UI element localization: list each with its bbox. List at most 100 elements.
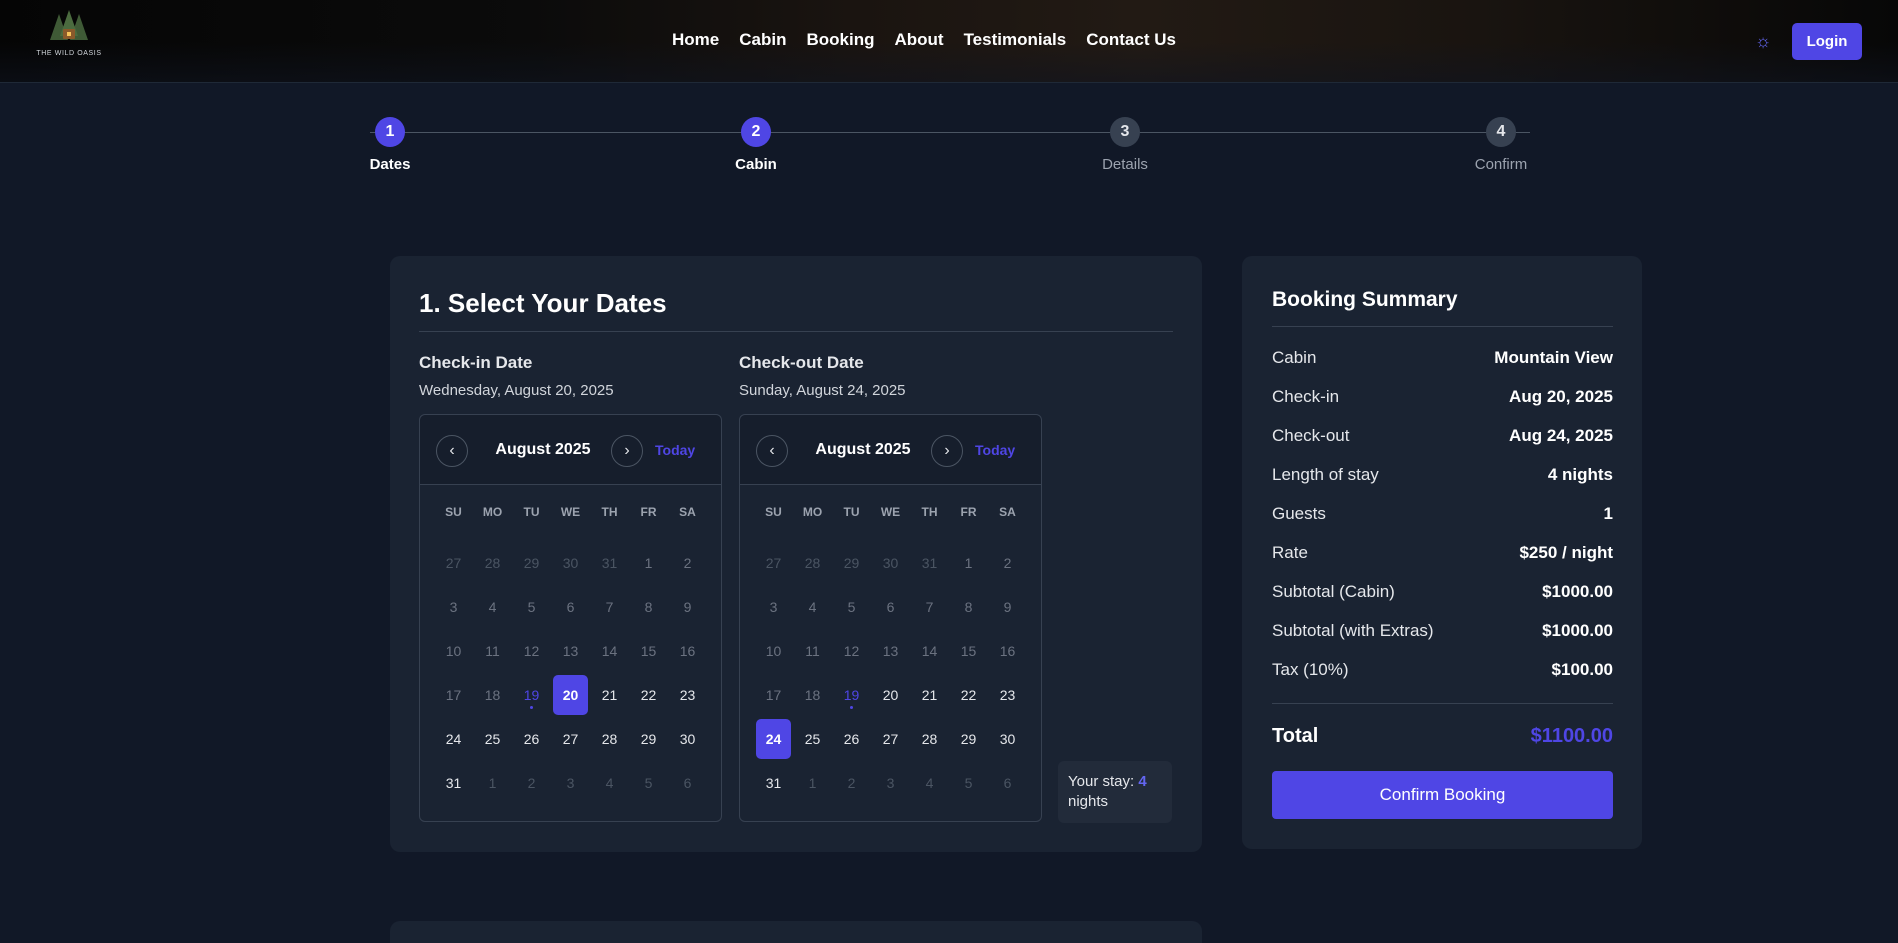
calendar-day: 27 [445,555,462,571]
calendar-day[interactable]: 24 [434,719,473,759]
calendar-day[interactable]: 3 [754,587,793,627]
calendar-day[interactable]: 17 [754,675,793,715]
calendar-day[interactable]: 18 [473,675,512,715]
nav-about[interactable]: About [894,30,943,50]
checkout-value: Sunday, August 24, 2025 [739,382,906,399]
nav-home[interactable]: Home [672,30,719,50]
confirm-booking-button[interactable]: Confirm Booking [1272,771,1613,819]
calendar-day[interactable]: 9 [668,587,707,627]
calendar-day[interactable]: 17 [434,675,473,715]
calendar-day[interactable]: 4 [473,587,512,627]
summary-title: Booking Summary [1272,288,1458,311]
calendar-day[interactable]: 26 [512,719,551,759]
chevron-right-icon[interactable]: › [611,435,643,467]
row-label: Cabin [1272,348,1317,367]
weekday-label: TH [921,505,938,519]
calendar-day[interactable]: 30 [668,719,707,759]
calendar-day[interactable]: 11 [473,631,512,671]
calendar-day[interactable]: 13 [551,631,590,671]
login-button[interactable]: Login [1792,23,1862,60]
calendar-day[interactable]: 7 [910,587,949,627]
calendar-day[interactable]: 15 [629,631,668,671]
nav-testimonials[interactable]: Testimonials [964,30,1067,50]
calendar-day[interactable]: 6 [871,587,910,627]
step-confirm: 4 Confirm [1441,117,1561,173]
stay-nights: 4 [1138,773,1147,790]
calendar-day: 4 [925,775,934,791]
calendar-day[interactable]: 14 [590,631,629,671]
row-label: Subtotal (with Extras) [1272,621,1434,640]
calendar-day[interactable]: 12 [832,631,871,671]
row-label: Tax (10%) [1272,660,1349,679]
calendar-day[interactable]: 29 [629,719,668,759]
calendar-day[interactable]: 29 [949,719,988,759]
calendar-day[interactable]: 25 [793,719,832,759]
calendar-day[interactable]: 28 [910,719,949,759]
calendar-day[interactable]: 14 [910,631,949,671]
calendar-day[interactable]: 26 [832,719,871,759]
select-dates-card: 1. Select Your Dates Check-in Date Wedne… [390,256,1202,852]
calendar-day[interactable]: 27 [871,719,910,759]
calendar-day[interactable]: 5 [832,587,871,627]
row-value: Mountain View [1494,348,1613,367]
calendar-day[interactable]: 1 [949,543,988,583]
row-label: Length of stay [1272,465,1379,484]
calendar-day[interactable]: 31 [434,763,473,803]
calendar-day[interactable]: 9 [988,587,1027,627]
calendar-day[interactable]: 2 [988,543,1027,583]
calendar-day[interactable]: 1 [629,543,668,583]
nav-cabin[interactable]: Cabin [739,30,786,50]
calendar-day[interactable]: 3 [434,587,473,627]
calendar-day[interactable]: 15 [949,631,988,671]
calendar-day-selected[interactable]: 24 [754,719,793,759]
calendar-day[interactable]: 11 [793,631,832,671]
checkout-label: Check-out Date [739,353,864,372]
calendar-week: 3456789 [754,587,1029,627]
calendar-day[interactable]: 18 [793,675,832,715]
summary-row-guests: Guests 1 [1272,504,1613,524]
calendar-day[interactable]: 25 [473,719,512,759]
today-button[interactable]: Today [655,442,695,458]
calendar-day[interactable]: 13 [871,631,910,671]
summary-row-tax: Tax (10%) $100.00 [1272,660,1613,680]
summary-row-rate: Rate $250 / night [1272,543,1613,563]
calendar-day[interactable]: 31 [754,763,793,803]
calendar-day[interactable]: 23 [988,675,1027,715]
calendar-day[interactable]: 27 [551,719,590,759]
calendar-day[interactable]: 10 [434,631,473,671]
calendar-day[interactable]: 8 [949,587,988,627]
calendar-day[interactable]: 21 [910,675,949,715]
calendar-day[interactable]: 22 [949,675,988,715]
calendar-day[interactable]: 16 [988,631,1027,671]
nav-booking[interactable]: Booking [806,30,874,50]
calendar-day[interactable]: 19 [512,675,551,715]
calendar-day[interactable]: 19 [832,675,871,715]
calendar-day[interactable]: 23 [668,675,707,715]
calendar-day[interactable]: 8 [629,587,668,627]
chevron-left-icon[interactable]: ‹ [436,435,468,467]
calendar-day[interactable]: 12 [512,631,551,671]
today-button[interactable]: Today [975,442,1015,458]
chevron-left-icon[interactable]: ‹ [756,435,788,467]
calendar-day[interactable]: 21 [590,675,629,715]
calendar-day[interactable]: 16 [668,631,707,671]
calendar-day[interactable]: 10 [754,631,793,671]
calendar-week: 17 18 19 20 21 22 23 [434,675,709,715]
calendar-day[interactable]: 5 [512,587,551,627]
calendar-day[interactable]: 20 [871,675,910,715]
calendar-day-selected[interactable]: 20 [551,675,590,715]
calendar-day[interactable]: 22 [629,675,668,715]
calendar-day[interactable]: 7 [590,587,629,627]
calendar-day[interactable]: 28 [590,719,629,759]
calendar-day: 29 [523,555,540,571]
step-label: Details [1102,156,1148,173]
calendar-day[interactable]: 2 [668,543,707,583]
chevron-right-icon[interactable]: › [931,435,963,467]
calendar-day[interactable]: 4 [793,587,832,627]
sun-icon[interactable]: ☼ [1752,30,1774,52]
calendar-day[interactable]: 30 [988,719,1027,759]
calendar-day[interactable]: 6 [551,587,590,627]
brand-logo[interactable]: THE WILD OASIS [36,10,102,57]
nav-contact-us[interactable]: Contact Us [1086,30,1176,50]
row-value: Aug 20, 2025 [1509,387,1613,406]
